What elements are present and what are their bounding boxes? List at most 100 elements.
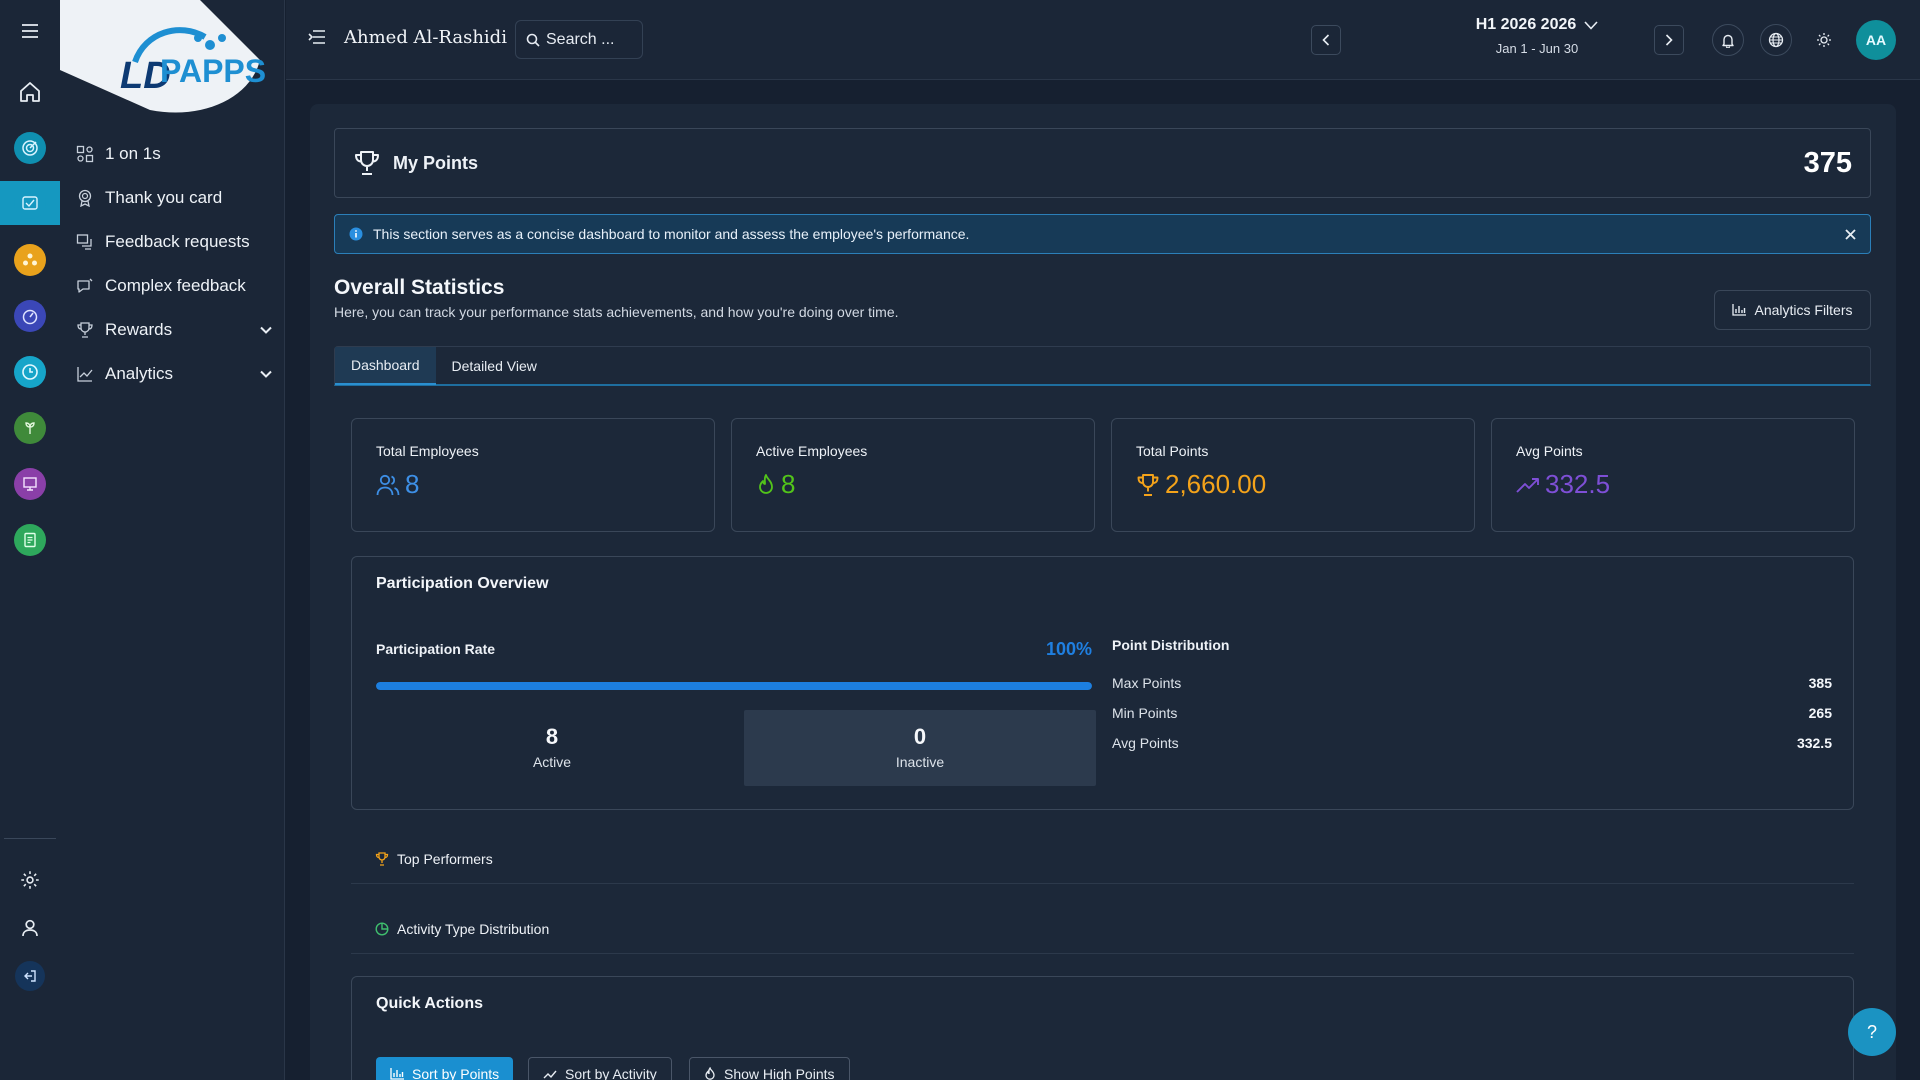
inactive-count-box: 0 Inactive (744, 710, 1096, 786)
menu-icon[interactable] (0, 9, 60, 53)
tab-detailed-view[interactable]: Detailed View (436, 347, 553, 385)
trophy-icon (375, 851, 389, 866)
inactive-count: 0 (913, 724, 927, 749)
document-icon[interactable] (0, 518, 60, 562)
point-distribution-title: Point Distribution (1112, 637, 1230, 653)
collapse-menu-icon[interactable] (308, 29, 326, 45)
bell-icon (1721, 33, 1735, 48)
logo-text: PAPPS (160, 53, 266, 89)
user-icon[interactable] (0, 906, 60, 950)
search-input[interactable]: Search ... (515, 20, 643, 59)
presentation-icon[interactable] (0, 462, 60, 506)
sidebar-item-label: Complex feedback (105, 276, 246, 295)
stat-value: 8 (405, 469, 420, 499)
distribution-label: Avg Points (1112, 735, 1179, 751)
stat-value: 332.5 (1545, 469, 1611, 499)
sidebar-item-complex-feedback[interactable]: Complex feedback (75, 269, 272, 303)
top-performers-label: Top Performers (397, 850, 493, 867)
close-icon[interactable] (1845, 228, 1856, 240)
home-icon[interactable] (0, 70, 60, 114)
pie-chart-icon (375, 921, 389, 936)
logout-icon[interactable] (0, 954, 60, 998)
period-range: Jan 1 - Jun 30 (1495, 41, 1579, 56)
distribution-value: 385 (1808, 675, 1832, 691)
participation-progress-fill (376, 682, 1092, 690)
top-performers-section[interactable]: Top Performers (351, 834, 1854, 884)
language-button[interactable] (1760, 24, 1792, 56)
flame-icon (756, 473, 776, 497)
top-bar: Ahmed Al-Rashidi Search ... H1 2026 2026… (286, 0, 1920, 80)
distribution-value: 332.5 (1796, 735, 1832, 751)
overall-statistics-subtitle: Here, you can track your performance sta… (334, 304, 899, 320)
help-button[interactable]: ? (1848, 1008, 1896, 1056)
handshake-icon[interactable] (0, 181, 60, 225)
globe-icon (1768, 32, 1784, 48)
sidebar-item-analytics[interactable]: Analytics (75, 357, 272, 391)
stat-card-active-employees: Active Employees 8 (731, 418, 1095, 532)
sidebar-item-label: Feedback requests (105, 232, 250, 251)
quick-actions-title: Quick Actions (376, 995, 483, 1012)
tab-dashboard[interactable]: Dashboard (335, 347, 436, 385)
info-icon (349, 227, 363, 241)
plant-icon[interactable] (0, 406, 60, 450)
chevron-down-icon (260, 326, 272, 334)
avatar[interactable]: AA (1856, 20, 1896, 60)
user-name: Ahmed Al-Rashidi (344, 27, 507, 48)
stat-value: 2,660.00 (1165, 469, 1267, 499)
chat-icon (75, 276, 95, 296)
period-selector[interactable]: H1 2026 2026 Jan 1 - Jun 30 (1422, 16, 1652, 56)
participation-rate-value: 100% (1045, 639, 1092, 659)
sort-by-points-button[interactable]: Sort by Points (376, 1057, 514, 1080)
show-high-points-button[interactable]: Show High Points (689, 1057, 850, 1080)
sidebar-item-label: 1 on 1s (105, 144, 161, 163)
distribution-row-min: Min Points 265 (1112, 705, 1832, 721)
button-label: Show High Points (724, 1066, 835, 1080)
chevron-down-icon (260, 370, 272, 378)
gear-icon[interactable] (0, 858, 60, 902)
activity-type-distribution-section[interactable]: Activity Type Distribution (351, 904, 1854, 954)
sidebar-item-feedback-requests[interactable]: Feedback requests (75, 225, 272, 259)
sidebar-item-label: Analytics (105, 364, 174, 383)
sidebar-item-rewards[interactable]: Rewards (75, 313, 272, 347)
view-tabs: Dashboard Detailed View (334, 346, 1871, 386)
activity-distribution-label: Activity Type Distribution (397, 920, 550, 937)
chevron-left-icon (1322, 34, 1330, 46)
chart-line-icon (75, 364, 95, 384)
participation-progress-bar (376, 682, 1092, 690)
chevron-down-icon (1584, 20, 1598, 30)
sidebar-item-thank-you-card[interactable]: Thank you card (75, 181, 272, 215)
theme-toggle-button[interactable] (1808, 24, 1840, 56)
search-icon (526, 33, 540, 47)
trend-up-icon (543, 1069, 557, 1079)
previous-period-button[interactable] (1311, 25, 1341, 55)
secondary-sidebar: LD PAPPS 1 on 1s Thank you card Feedback… (60, 0, 285, 1080)
sidebar-item-label: Thank you card (105, 188, 223, 207)
alert-text: This section serves as a concise dashboa… (373, 226, 970, 242)
button-label: Sort by Points (412, 1066, 500, 1080)
users-icon (376, 474, 400, 496)
stat-card-total-employees: Total Employees 8 (351, 418, 715, 532)
sun-icon (1816, 32, 1832, 48)
sort-by-activity-button[interactable]: Sort by Activity (528, 1057, 672, 1080)
trophy-icon (353, 149, 381, 177)
sidebar-item-label: Rewards (105, 320, 173, 339)
my-points-value: 375 (1803, 146, 1852, 179)
inactive-label: Inactive (895, 754, 945, 770)
notifications-button[interactable] (1712, 24, 1744, 56)
stat-card-total-points: Total Points 2,660.00 (1111, 418, 1475, 532)
my-points-card: My Points 375 (334, 128, 1871, 198)
speedometer-icon[interactable] (0, 294, 60, 338)
button-label: Sort by Activity (565, 1066, 657, 1080)
people-icon[interactable] (0, 238, 60, 282)
info-alert: This section serves as a concise dashboa… (334, 214, 1871, 254)
clock-icon[interactable] (0, 350, 60, 394)
analytics-filters-button[interactable]: Analytics Filters (1714, 290, 1871, 330)
distribution-row-avg: Avg Points 332.5 (1112, 735, 1832, 751)
target-icon[interactable] (0, 126, 60, 170)
distribution-label: Max Points (1112, 675, 1182, 691)
next-period-button[interactable] (1654, 25, 1684, 55)
trend-up-icon (1516, 476, 1540, 494)
active-label: Active (532, 754, 572, 770)
sidebar-item-one-on-ones[interactable]: 1 on 1s (75, 137, 272, 171)
app-logo[interactable]: LD PAPPS (60, 0, 285, 118)
